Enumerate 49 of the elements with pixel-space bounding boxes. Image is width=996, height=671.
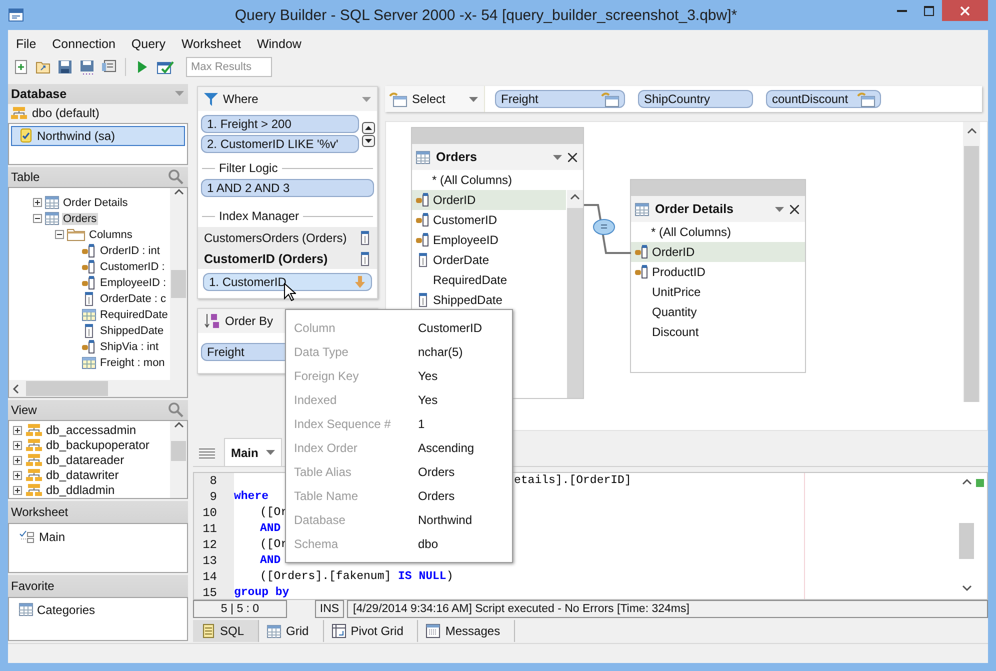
property-label: Indexed xyxy=(294,393,338,407)
insert-mode: INS xyxy=(315,600,344,618)
code-line: ([Or xyxy=(260,506,288,521)
property-label: Index Order xyxy=(294,441,358,455)
property-value: Northwind xyxy=(418,513,474,527)
property-value: CustomerID xyxy=(418,321,484,335)
panel-title: Favorite xyxy=(11,579,54,594)
property-label: Table Name xyxy=(294,489,360,503)
property-value: Ascending xyxy=(418,441,476,455)
property-label: Data Type xyxy=(294,345,350,359)
table-title: Orders xyxy=(436,150,478,164)
panel-title: Worksheet xyxy=(11,505,68,520)
status-message: [4/29/2014 9:34:16 AM] Script executed - No Errors [Time: 324ms] xyxy=(347,600,988,618)
panel-title: Table xyxy=(11,170,40,184)
line-number: 15 xyxy=(202,586,218,602)
line-number: 12 xyxy=(202,538,218,554)
schema-label: dbo (default) xyxy=(32,106,100,120)
code-line: AND xyxy=(260,554,281,569)
panel-title: Database xyxy=(11,86,67,101)
property-value: dbo xyxy=(418,537,440,551)
property-label: Schema xyxy=(294,537,340,551)
property-label: Index Sequence # xyxy=(294,417,392,431)
section-label: Index Manager xyxy=(219,209,300,223)
property-label: Column xyxy=(294,321,336,335)
cursor-position: 5 | 5 : 0 xyxy=(193,600,287,618)
code-line: group by xyxy=(234,586,290,601)
window-title: Query Builder - SQL Server 2000 -x- 54 [query_builder_screenshot_3.qbw]* xyxy=(234,6,738,24)
line-number: 8 xyxy=(208,474,218,490)
code-line: AND xyxy=(260,522,281,537)
property-value: nchar(5) xyxy=(418,345,464,359)
property-value: Orders xyxy=(418,489,456,503)
code-line: etails].[OrderID] xyxy=(514,474,632,489)
table-title: Order Details xyxy=(655,202,735,216)
code-line: ([Orders].[fakenum] IS NULL) xyxy=(260,570,454,585)
property-label: Database xyxy=(294,513,346,527)
code-line: where xyxy=(234,490,269,505)
property-value: Yes xyxy=(418,369,439,383)
line-number: 11 xyxy=(202,522,218,538)
line-number: 14 xyxy=(202,570,218,586)
code-line: ([Or xyxy=(260,538,288,553)
line-number: 13 xyxy=(202,554,218,570)
section-label: Filter Logic xyxy=(219,161,278,175)
property-label: Foreign Key xyxy=(294,369,360,383)
property-value: 1 xyxy=(418,417,426,431)
panel-title: Where xyxy=(223,92,258,106)
line-number: 10 xyxy=(202,506,218,522)
panel-title: View xyxy=(11,402,37,417)
panel-title: Order By xyxy=(225,314,274,328)
line-number: 9 xyxy=(208,490,218,506)
